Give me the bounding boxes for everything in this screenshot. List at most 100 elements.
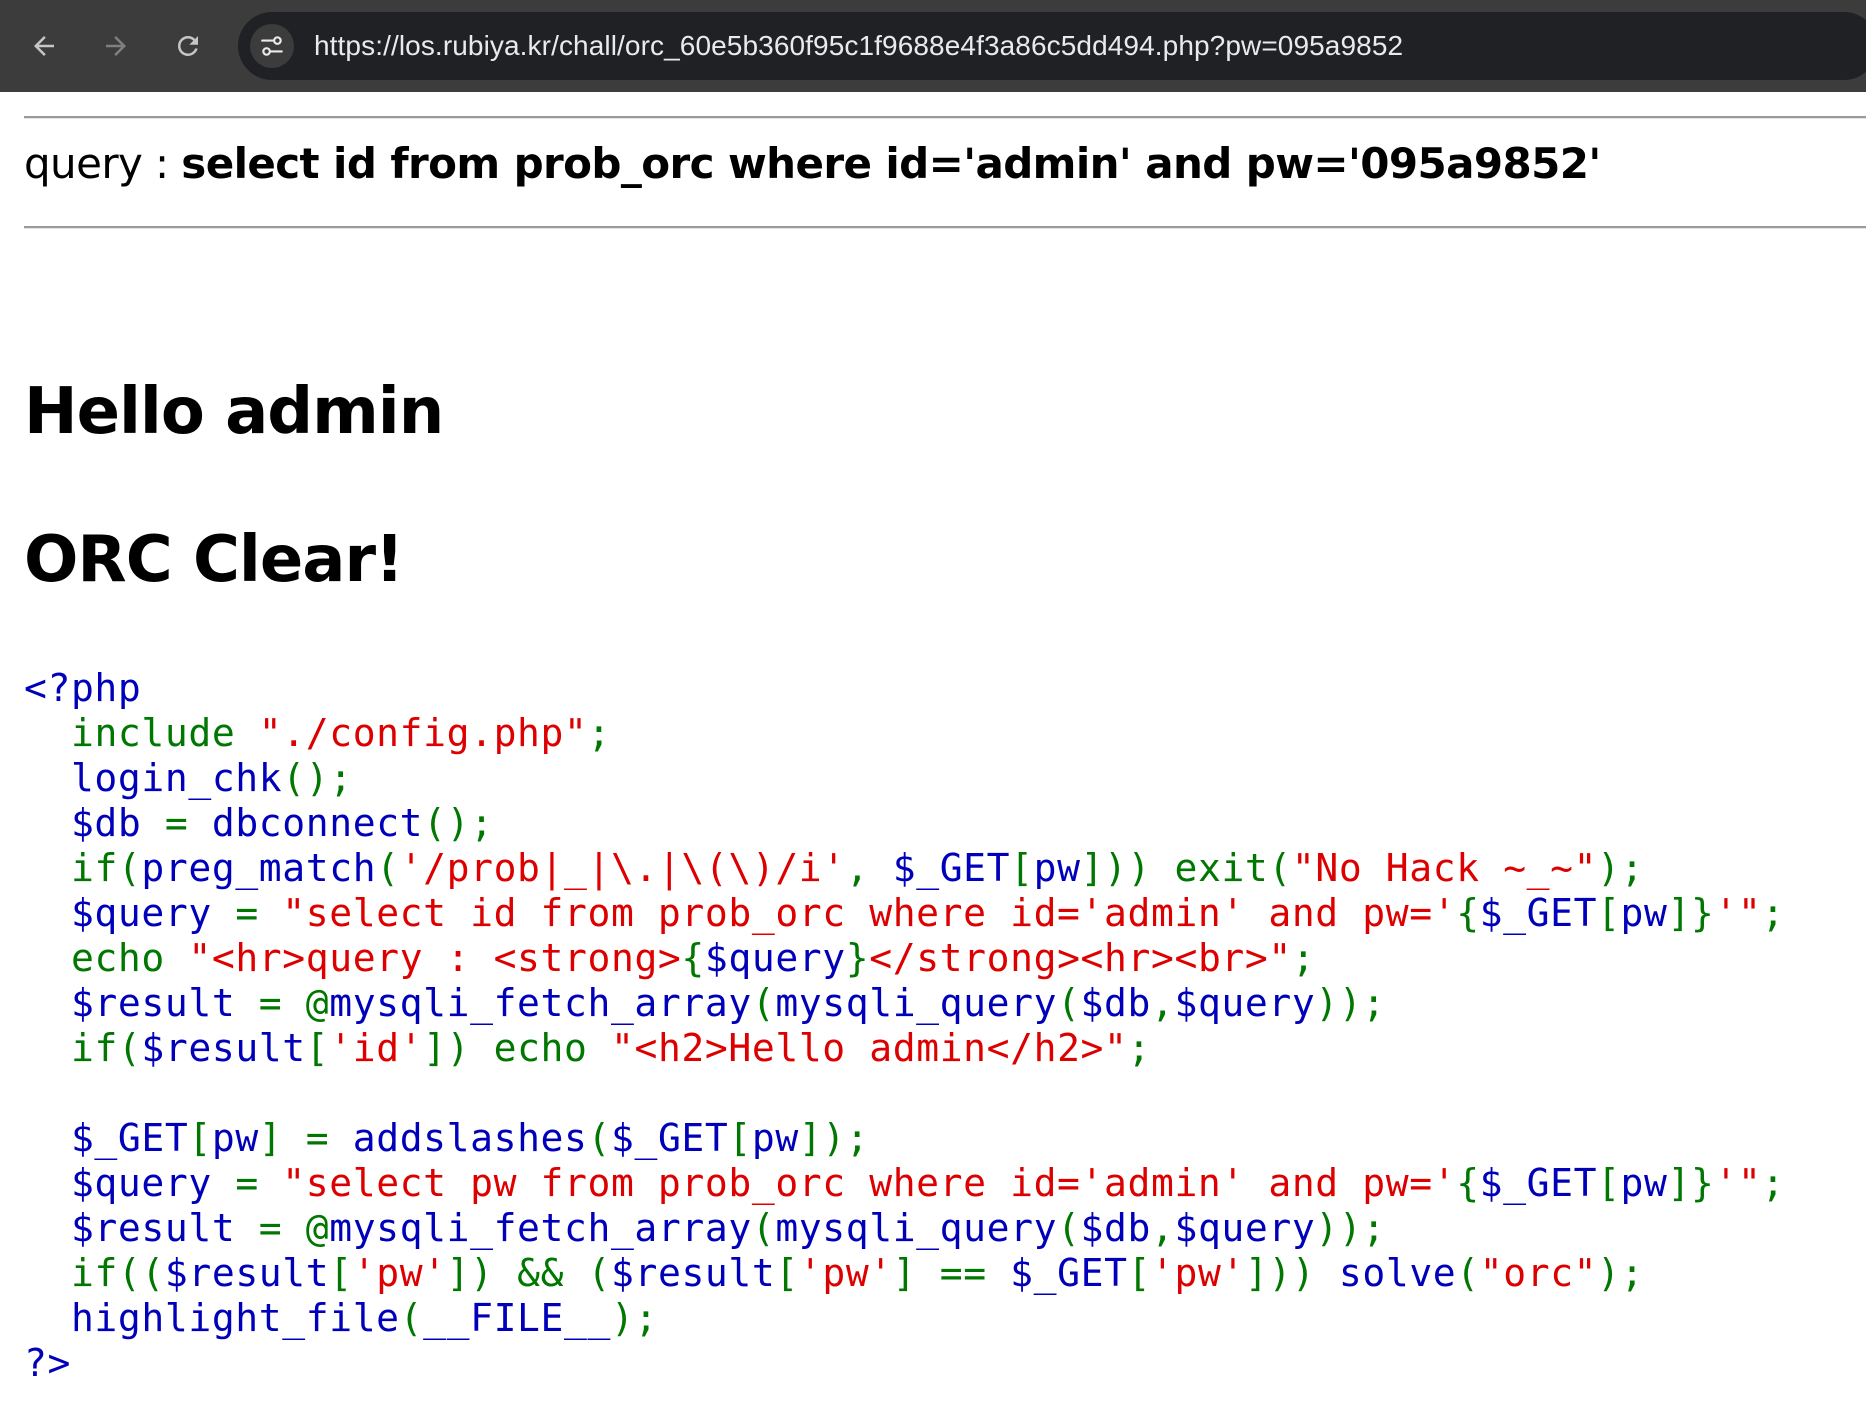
code-token: <?php bbox=[24, 666, 142, 710]
code-token: ]} bbox=[1667, 1161, 1715, 1205]
code-token: $query bbox=[1174, 981, 1316, 1025]
query-line: query : select id from prob_orc where id… bbox=[24, 138, 1601, 190]
code-token: "No Hack ~_~" bbox=[1291, 846, 1598, 890]
code-token: ])) exit( bbox=[1080, 846, 1292, 890]
code-token: 'id' bbox=[329, 1026, 424, 1070]
code-token: '" bbox=[1714, 891, 1762, 935]
back-button[interactable] bbox=[18, 20, 70, 72]
code-line: $result = @mysqli_fetch_array(mysqli_que… bbox=[24, 1206, 1785, 1251]
code-token: ( bbox=[751, 981, 776, 1025]
code-token: ]) echo bbox=[423, 1026, 611, 1070]
code-token: [ bbox=[1010, 846, 1034, 890]
code-token: ; bbox=[1127, 1026, 1151, 1070]
code-token: pw bbox=[211, 1116, 259, 1160]
code-line: include "./config.php"; bbox=[24, 711, 1785, 756]
code-token: [ bbox=[728, 1116, 752, 1160]
code-token: ( bbox=[399, 1296, 424, 1340]
code-token: pw bbox=[751, 1116, 799, 1160]
query-value: select id from prob_orc where id='admin'… bbox=[181, 139, 1601, 188]
code-token: $db bbox=[24, 801, 165, 845]
code-token: ( bbox=[1057, 1206, 1081, 1250]
reload-button[interactable] bbox=[162, 20, 214, 72]
back-arrow-icon bbox=[34, 36, 54, 56]
code-token: __FILE__ bbox=[423, 1296, 611, 1340]
code-token: '/prob|_|\.|\(\)/i' bbox=[399, 846, 846, 890]
code-line: ?> bbox=[24, 1341, 1785, 1386]
code-token: ?> bbox=[24, 1341, 71, 1385]
code-token: (); bbox=[423, 801, 494, 845]
forward-arrow-icon bbox=[106, 36, 126, 56]
code-token: ]) && ( bbox=[446, 1251, 612, 1295]
code-line: $db = dbconnect(); bbox=[24, 801, 1785, 846]
code-token: $query bbox=[24, 891, 236, 935]
code-token: pw bbox=[1620, 891, 1668, 935]
site-info-button[interactable] bbox=[250, 24, 294, 68]
address-bar[interactable]: https://los.rubiya.kr/chall/orc_60e5b360… bbox=[238, 12, 1866, 80]
code-token: ; bbox=[1761, 891, 1785, 935]
code-token: ); bbox=[1597, 1251, 1645, 1295]
code-token: , bbox=[1150, 981, 1175, 1025]
code-token: $result bbox=[611, 1251, 776, 1295]
code-token: if(( bbox=[70, 1251, 165, 1295]
code-token: 'pw' bbox=[798, 1251, 893, 1295]
code-token: = bbox=[164, 801, 212, 845]
code-token: [ bbox=[1597, 891, 1621, 935]
code-token: [ bbox=[1597, 1161, 1621, 1205]
code-line: $_GET[pw] = addslashes($_GET[pw]); bbox=[24, 1116, 1785, 1161]
code-line: $result = @mysqli_fetch_array(mysqli_que… bbox=[24, 981, 1785, 1026]
site-info-icon bbox=[261, 36, 283, 56]
code-token: "select pw from prob_orc where id='admin… bbox=[282, 1161, 1457, 1205]
code-token: "<hr>query : <strong> bbox=[188, 936, 682, 980]
code-token: } bbox=[845, 936, 870, 980]
code-token: $query bbox=[1174, 1206, 1316, 1250]
code-token: { bbox=[681, 936, 705, 980]
code-token: ); bbox=[610, 1296, 658, 1340]
code-token: { bbox=[1456, 891, 1480, 935]
hello-admin-heading: Hello admin bbox=[24, 375, 444, 449]
clear-heading: ORC Clear! bbox=[24, 523, 404, 597]
code-token: $db bbox=[1080, 981, 1151, 1025]
code-token: = bbox=[235, 1161, 283, 1205]
code-token: preg_match bbox=[141, 846, 377, 890]
code-token: ; bbox=[587, 711, 611, 755]
code-token: 'pw' bbox=[352, 1251, 447, 1295]
code-token: if( bbox=[70, 846, 142, 890]
code-token: ( bbox=[376, 846, 400, 890]
code-line: if($result['id']) echo "<h2>Hello admin<… bbox=[24, 1026, 1785, 1071]
code-token: ( bbox=[587, 1116, 611, 1160]
code-token: highlight_file bbox=[24, 1296, 400, 1340]
code-token: mysqli_fetch_array bbox=[329, 981, 752, 1025]
code-token: )); bbox=[1315, 981, 1386, 1025]
code-token: $_GET bbox=[1479, 891, 1598, 935]
code-token: dbconnect bbox=[211, 801, 424, 845]
code-token: </strong><hr><br>" bbox=[869, 936, 1292, 980]
url-text[interactable]: https://los.rubiya.kr/chall/orc_60e5b360… bbox=[314, 12, 1403, 80]
code-token: $_GET bbox=[892, 846, 1011, 890]
code-token: pw bbox=[1620, 1161, 1668, 1205]
code-token: ; bbox=[1761, 1161, 1785, 1205]
horizontal-rule bbox=[24, 226, 1866, 229]
code-token: ); bbox=[1597, 846, 1645, 890]
query-label: query : bbox=[24, 139, 182, 188]
code-token: login_chk bbox=[24, 756, 283, 800]
code-token: ( bbox=[1456, 1251, 1480, 1295]
horizontal-rule bbox=[24, 116, 1866, 119]
code-token: include bbox=[70, 711, 259, 755]
code-line: $query = "select id from prob_orc where … bbox=[24, 891, 1785, 936]
code-token: $_GET bbox=[1010, 1251, 1128, 1295]
code-token: = @ bbox=[258, 981, 330, 1025]
code-token: ] == bbox=[892, 1251, 1011, 1295]
code-token: $db bbox=[1080, 1206, 1151, 1250]
code-line: if(preg_match('/prob|_|\.|\(\)/i', $_GET… bbox=[24, 846, 1785, 891]
forward-button[interactable] bbox=[90, 20, 142, 72]
code-token: "orc" bbox=[1479, 1251, 1598, 1295]
code-token: ]); bbox=[798, 1116, 870, 1160]
code-token: "<h2>Hello admin</h2>" bbox=[611, 1026, 1128, 1070]
code-token: $result bbox=[24, 1206, 259, 1250]
code-token: $_GET bbox=[611, 1116, 729, 1160]
